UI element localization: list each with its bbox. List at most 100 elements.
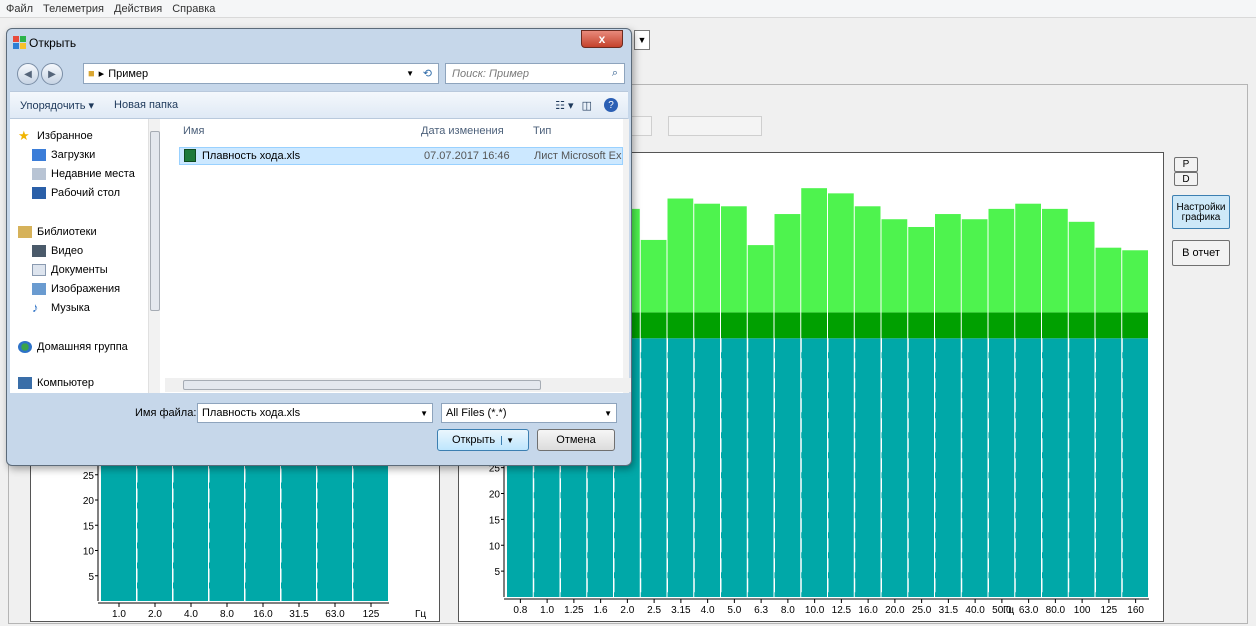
y-tick-label: 5: [88, 572, 94, 583]
nav-documents[interactable]: Документы: [32, 261, 164, 279]
chart-bar: [1122, 250, 1148, 313]
search-icon: ⌕: [611, 67, 618, 79]
chart-bar: [881, 219, 908, 313]
chart-bar: [747, 245, 774, 313]
open-file-dialog: Открыть x ◀ ▶ ■ ▸ Пример ▼ ⟲ Поиск: Прим…: [6, 28, 632, 466]
back-arrow-icon[interactable]: ◀: [17, 63, 39, 85]
chart-bar: [774, 338, 801, 597]
chart-settings-button[interactable]: Настройки графика: [1172, 195, 1230, 229]
nav-video[interactable]: Видео: [32, 242, 164, 260]
x-tick-label: 2.5: [647, 605, 661, 616]
chart-bar: [881, 338, 908, 597]
nav-recent-places[interactable]: Недавние места: [32, 165, 164, 183]
filename-dropdown-icon[interactable]: ▼: [420, 409, 428, 418]
nav-scrollbar-thumb[interactable]: [150, 131, 160, 311]
x-axis-unit-label: Гц: [415, 609, 426, 620]
dialog-title: Открыть: [29, 36, 77, 50]
x-tick-label: 40.0: [965, 605, 985, 616]
chart-bar: [694, 312, 720, 339]
nav-favorites[interactable]: ★ Избранное: [18, 127, 150, 145]
chart-bar: [1095, 247, 1122, 313]
nav-libraries[interactable]: Библиотеки: [18, 223, 150, 241]
nav-desktop[interactable]: Рабочий стол: [32, 184, 164, 202]
new-folder-button[interactable]: Новая папка: [114, 99, 178, 111]
file-type-filter[interactable]: All Files (*.*) ▼: [441, 403, 617, 423]
chart-bar: [988, 312, 1015, 339]
x-tick-label: 2.0: [620, 605, 634, 616]
field-box-1: [630, 116, 652, 136]
chart-bar: [667, 338, 694, 597]
x-tick-label: 80.0: [1046, 605, 1066, 616]
chart-bar: [747, 312, 774, 339]
hscrollbar-thumb[interactable]: [183, 380, 541, 390]
nav-music[interactable]: ♪ Музыка: [32, 299, 164, 317]
nav-label: Домашняя группа: [37, 341, 128, 353]
view-options-icon[interactable]: ☷ ▾: [555, 99, 573, 112]
y-tick-label: 15: [489, 515, 501, 526]
refresh-icon[interactable]: ⟲: [423, 67, 432, 80]
preview-pane-icon[interactable]: ◫: [582, 99, 592, 112]
x-tick-label: 160: [1127, 605, 1144, 616]
address-bar[interactable]: ■ ▸ Пример ▼ ⟲: [83, 63, 439, 84]
search-input[interactable]: Поиск: Пример ⌕: [445, 63, 625, 84]
nav-label: Изображения: [51, 283, 121, 295]
x-tick-label: 3.15: [671, 605, 691, 616]
filename-value: Плавность хода.xls: [202, 407, 301, 419]
column-date[interactable]: Дата изменения: [421, 125, 504, 137]
close-button[interactable]: x: [581, 30, 623, 48]
column-name[interactable]: Имя: [183, 125, 204, 137]
nav-downloads[interactable]: Загрузки: [32, 146, 164, 164]
filter-dropdown-icon[interactable]: ▼: [604, 409, 612, 418]
nav-label: Избранное: [37, 130, 93, 142]
chart-bar: [1122, 312, 1148, 339]
menu-actions[interactable]: Действия: [114, 3, 162, 15]
x-tick-label: 1.6: [594, 605, 608, 616]
nav-homegroup[interactable]: Домашняя группа: [18, 338, 150, 356]
organize-button[interactable]: Упорядочить ▾: [20, 99, 94, 112]
cancel-button[interactable]: Отмена: [537, 429, 615, 451]
x-tick-label: 1.0: [540, 605, 554, 616]
add-to-report-button[interactable]: В отчет: [1172, 240, 1230, 266]
help-icon[interactable]: ?: [604, 98, 618, 112]
p-button[interactable]: P: [1174, 157, 1198, 172]
y-tick-label: 20: [83, 496, 95, 507]
address-dropdown-icon[interactable]: ▼: [406, 69, 414, 78]
chart-bar: [935, 338, 961, 597]
chart-bar: [801, 338, 827, 597]
file-row[interactable]: Плавность хода.xls 07.07.2017 16:46 Лист…: [179, 147, 623, 165]
chart-bar: [721, 206, 747, 313]
file-date: 07.07.2017 16:46: [424, 150, 510, 162]
chart-bar: [1042, 312, 1068, 339]
nav-images[interactable]: Изображения: [32, 280, 164, 298]
chart-bar: [1068, 338, 1095, 597]
nav-label: Музыка: [51, 302, 90, 314]
y-tick-label: 15: [83, 521, 95, 532]
breadcrumb-arrow-icon: ▸: [98, 68, 105, 80]
filename-input[interactable]: Плавность хода.xls ▼: [197, 403, 433, 423]
file-list-hscrollbar[interactable]: [165, 378, 631, 392]
open-dropdown-icon[interactable]: ▼: [501, 435, 514, 445]
menu-help[interactable]: Справка: [172, 3, 215, 15]
nav-computer[interactable]: Компьютер: [18, 374, 150, 392]
chart-bar: [774, 312, 801, 339]
d-button[interactable]: D: [1174, 172, 1198, 186]
open-button[interactable]: Открыть ▼: [437, 429, 529, 451]
filename-label: Имя файла:: [135, 407, 197, 419]
chart-bar: [961, 219, 988, 313]
combo-dropdown-arrow-icon[interactable]: ▼: [634, 30, 650, 50]
filter-value: All Files (*.*): [446, 407, 507, 419]
chart-bar: [640, 239, 667, 313]
column-type[interactable]: Тип: [533, 125, 551, 137]
downloads-icon: [32, 149, 46, 161]
menu-telemetry[interactable]: Телеметрия: [43, 3, 104, 15]
libraries-icon: [18, 226, 32, 238]
forward-arrow-icon[interactable]: ▶: [41, 63, 63, 85]
chart-bar: [961, 338, 988, 597]
navigation-pane: ★ Избранное Загрузки Недавние места Рабо…: [10, 119, 160, 393]
chart-bar: [988, 208, 1015, 313]
menu-file[interactable]: Файл: [6, 3, 33, 15]
chart-bar: [881, 312, 908, 339]
breadcrumb-folder[interactable]: Пример: [108, 68, 148, 80]
chart-bar: [667, 198, 694, 313]
nav-scrollbar[interactable]: [148, 119, 160, 393]
